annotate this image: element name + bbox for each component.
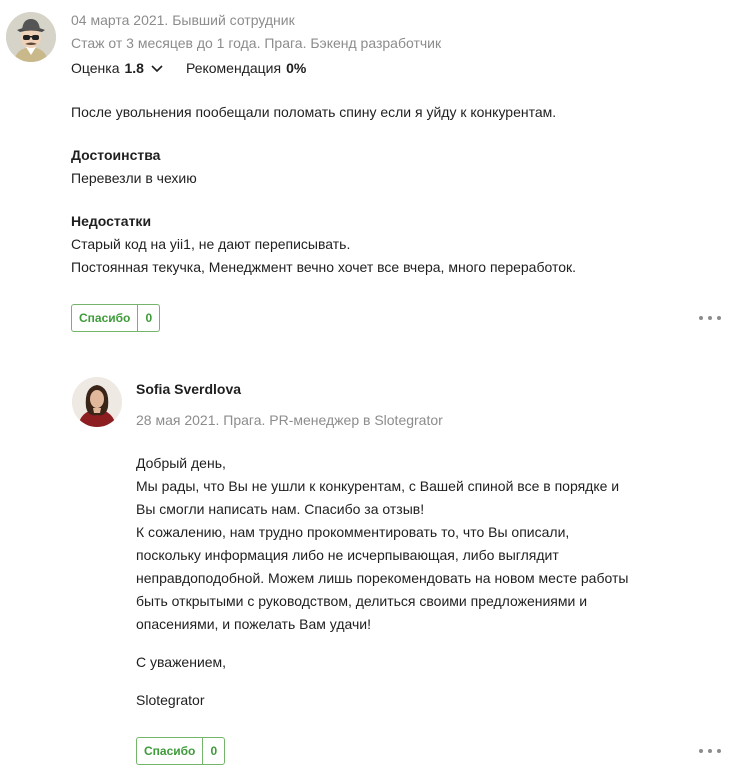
pros-text: Перевезли в чехию xyxy=(71,170,197,186)
reply-thanks-button[interactable]: Спасибо 0 xyxy=(136,737,226,765)
reply-regards: С уважением, xyxy=(136,654,227,670)
reply-line: К сожалению, нам трудно прокомментироват… xyxy=(136,524,570,540)
pros-title: Достоинства xyxy=(71,147,161,163)
cons-title: Недостатки xyxy=(71,213,152,229)
reply-signature: Slotegrator xyxy=(136,692,205,708)
reply-author-name[interactable]: Sofia Sverdlova xyxy=(136,381,241,397)
spy-avatar-icon xyxy=(6,12,56,62)
thanks-count: 0 xyxy=(145,311,153,325)
reply-line: Вы смогли написать нам. Спасибо за отзыв… xyxy=(136,501,425,517)
chevron-down-icon[interactable] xyxy=(150,61,164,75)
reply-line: Добрый день, xyxy=(136,455,226,471)
review-body: После увольнения пообещали поломать спин… xyxy=(71,104,557,120)
recommend-label: Рекомендация xyxy=(185,60,282,76)
rating-value: 1.8 xyxy=(124,60,144,76)
thanks-button[interactable]: Спасибо 0 xyxy=(71,304,161,332)
reply-line: поскольку информация либо не исчерпывающ… xyxy=(136,547,559,563)
thanks-label: Спасибо xyxy=(72,305,139,331)
reply-line: быть открытыми с руководством, делиться … xyxy=(136,593,588,609)
reply-line: Мы рады, что Вы не ушли к конкурентам, с… xyxy=(136,478,620,494)
rating-row: Оценка 1.8 Рекомендация 0% xyxy=(71,60,306,76)
more-dots-icon[interactable] xyxy=(699,747,721,755)
review-card: 04 марта 2021. Бывший сотрудник Стаж от … xyxy=(0,0,743,345)
reply-meta: 28 мая 2021. Прага. PR-менеджер в Sloteg… xyxy=(136,412,443,428)
rating-label: Оценка xyxy=(71,60,120,76)
recommend-value: 0% xyxy=(286,60,307,76)
review-experience: Стаж от 3 месяцев до 1 года. Прага. Бэке… xyxy=(71,35,442,51)
cons-line: Старый код на yii1, не дают переписывать… xyxy=(71,236,351,252)
more-dots-icon[interactable] xyxy=(699,314,721,322)
thanks-label: Спасибо xyxy=(137,738,204,764)
author-avatar xyxy=(72,377,122,427)
review-date-status: 04 марта 2021. Бывший сотрудник xyxy=(71,12,295,28)
cons-line: Постоянная текучка, Менеджмент вечно хоч… xyxy=(71,259,577,275)
thanks-count: 0 xyxy=(210,744,218,758)
reply-line: неправдоподобной. Можем лишь порекомендо… xyxy=(136,570,629,586)
reply-line: опасениями, и пожелать Вам удачи! xyxy=(136,616,371,632)
